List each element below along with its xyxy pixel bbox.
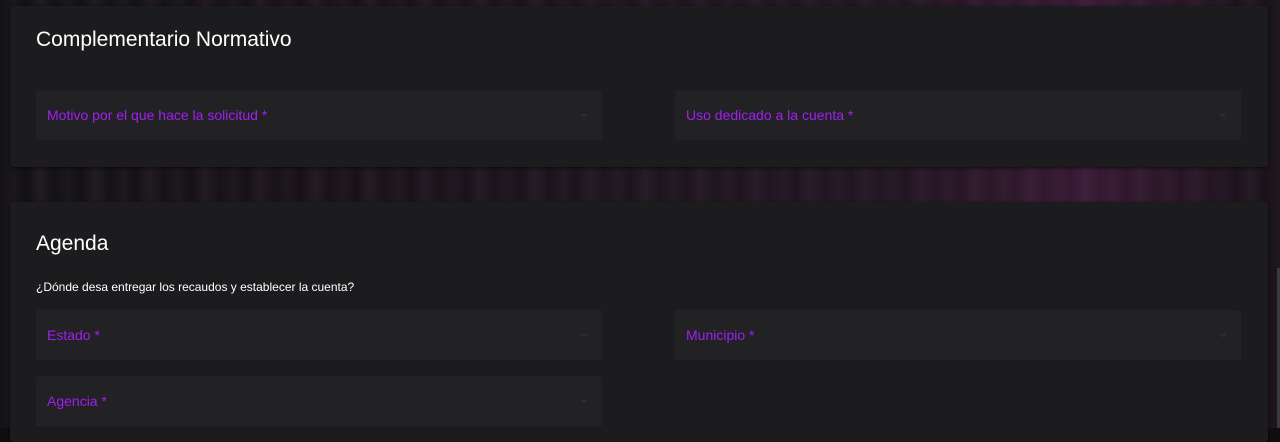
dropdown-arrow-icon bbox=[1219, 113, 1227, 118]
dropdown-arrow-icon bbox=[580, 399, 588, 404]
section-title: Complementario Normativo bbox=[36, 28, 292, 51]
motivo-solicitud-select[interactable]: Motivo por el que hace la solicitud * bbox=[36, 90, 602, 140]
dropdown-arrow-icon bbox=[1219, 333, 1227, 338]
uso-cuenta-select[interactable]: Uso dedicado a la cuenta * bbox=[675, 90, 1241, 140]
municipio-select[interactable]: Municipio * bbox=[675, 310, 1241, 360]
agencia-label: Agencia * bbox=[47, 393, 107, 409]
motivo-solicitud-label: Motivo por el que hace la solicitud * bbox=[47, 107, 268, 123]
estado-label: Estado * bbox=[47, 327, 100, 343]
dropdown-arrow-icon bbox=[580, 113, 588, 118]
dropdown-arrow-icon bbox=[580, 333, 588, 338]
municipio-label: Municipio * bbox=[686, 327, 755, 343]
uso-cuenta-label: Uso dedicado a la cuenta * bbox=[686, 107, 854, 123]
section-title: Agenda bbox=[36, 232, 109, 255]
complementario-normativo-card: Complementario Normativo Motivo por el q… bbox=[10, 6, 1268, 167]
agenda-card: Agenda ¿Dónde desa entregar los recaudos… bbox=[10, 202, 1268, 442]
section-description: ¿Dónde desa entregar los recaudos y esta… bbox=[36, 280, 355, 294]
agencia-select[interactable]: Agencia * bbox=[36, 376, 602, 426]
estado-select[interactable]: Estado * bbox=[36, 310, 602, 360]
